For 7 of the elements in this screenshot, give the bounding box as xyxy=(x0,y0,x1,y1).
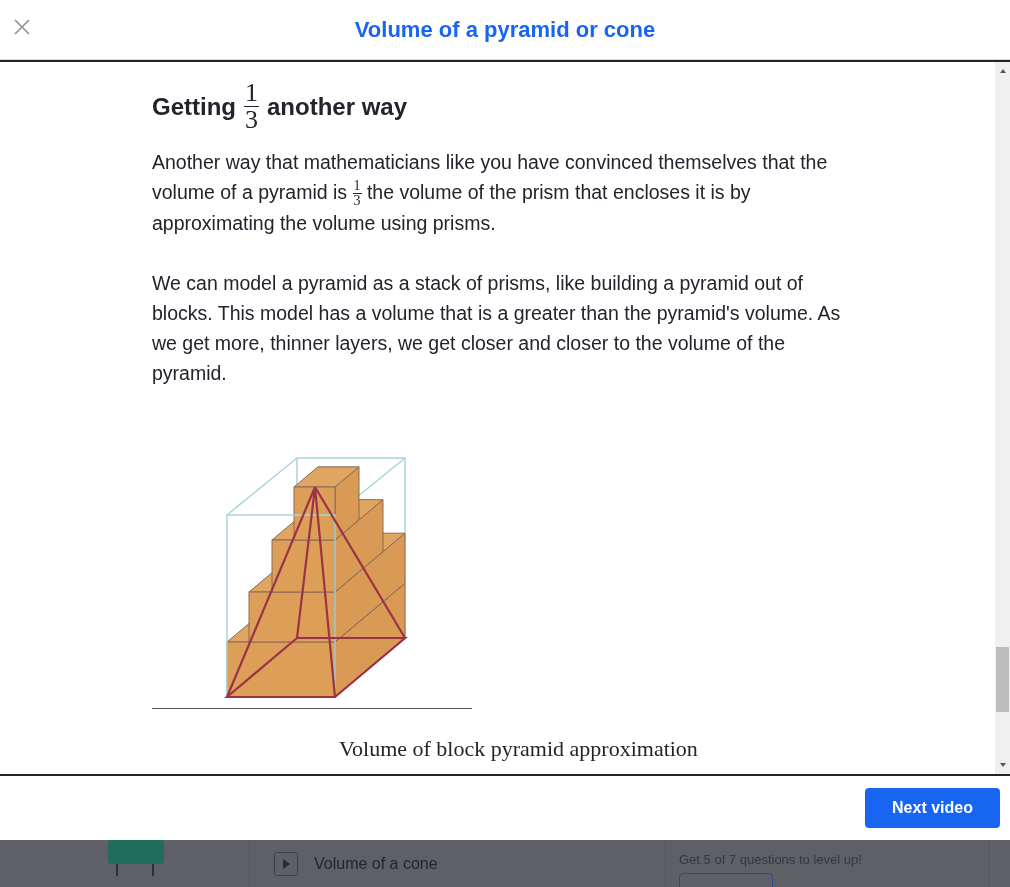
figure-caption: Volume of block pyramid approximation xyxy=(339,735,698,764)
dialog-title: Volume of a pyramid or cone xyxy=(354,16,656,43)
next-video-button[interactable]: Next video xyxy=(865,788,1000,828)
paragraph: We can model a pyramid as a stack of prisms, like building a pyramid out of blocks. This model has a volume that is a greater than the pyramid's volume. As we get more, thinner layers, we get closer and closer to the volume of the pyramid. xyxy=(152,271,842,387)
play-icon[interactable] xyxy=(274,851,298,876)
close-icon[interactable] xyxy=(14,19,30,35)
scrollbar[interactable] xyxy=(995,62,1010,774)
